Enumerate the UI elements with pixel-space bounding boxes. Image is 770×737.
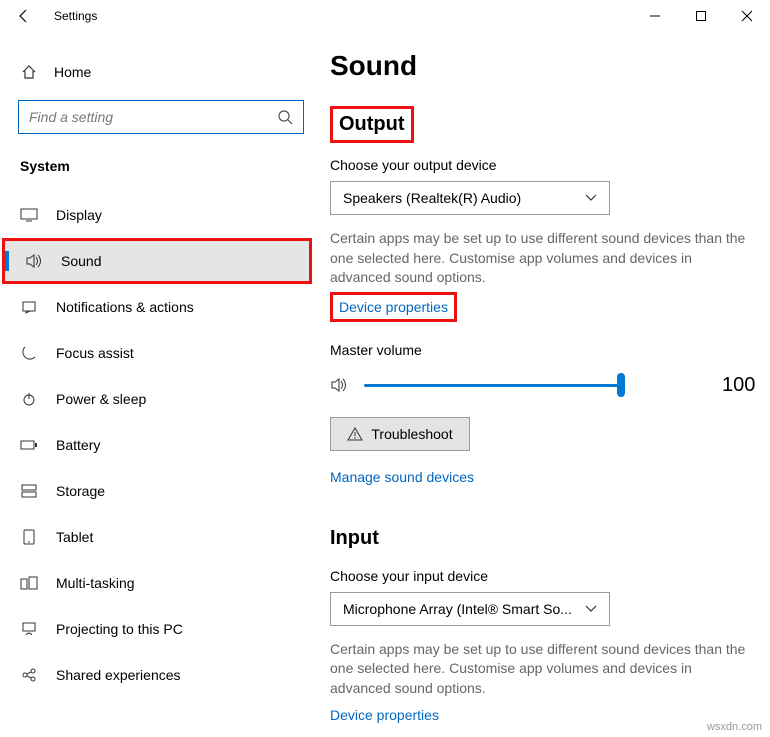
input-device-dropdown[interactable]: Microphone Array (Intel® Smart So... (330, 592, 610, 626)
main-container: Home System Display Sound Notifications … (0, 32, 770, 737)
minimize-button[interactable] (632, 0, 678, 32)
nav-label: Sound (61, 253, 101, 269)
nav-label: Power & sleep (56, 391, 146, 407)
home-icon (20, 64, 38, 80)
nav-projecting[interactable]: Projecting to this PC (0, 606, 322, 652)
tablet-icon (20, 529, 38, 545)
nav-focus-assist[interactable]: Focus assist (0, 330, 322, 376)
nav-label: Display (56, 207, 102, 223)
home-label: Home (54, 64, 91, 80)
storage-icon (20, 484, 38, 498)
output-heading: Output (330, 106, 414, 143)
category-heading: System (0, 152, 322, 192)
nav-label: Battery (56, 437, 100, 453)
nav-shared[interactable]: Shared experiences (0, 652, 322, 698)
output-device-value: Speakers (Realtek(R) Audio) (343, 190, 521, 206)
nav-tablet[interactable]: Tablet (0, 514, 322, 560)
volume-slider[interactable] (364, 375, 678, 395)
input-section: Input Choose your input device Microphon… (330, 523, 762, 725)
master-volume-label: Master volume (330, 342, 762, 358)
maximize-button[interactable] (678, 0, 724, 32)
nav-battery[interactable]: Battery (0, 422, 322, 468)
titlebar: Settings (0, 0, 770, 32)
troubleshoot-button[interactable]: Troubleshoot (330, 417, 470, 451)
multitasking-icon (20, 576, 38, 590)
content-area: Sound Output Choose your output device S… (322, 32, 770, 737)
minimize-icon (649, 10, 661, 22)
manage-sound-devices-link[interactable]: Manage sound devices (330, 469, 474, 485)
window-title: Settings (48, 9, 632, 23)
nav-label: Shared experiences (56, 667, 181, 683)
nav-label: Storage (56, 483, 105, 499)
slider-thumb[interactable] (617, 373, 625, 397)
output-choose-label: Choose your output device (330, 157, 762, 173)
window-controls (632, 0, 770, 32)
troubleshoot-label: Troubleshoot (371, 426, 452, 442)
nav-multitasking[interactable]: Multi-tasking (0, 560, 322, 606)
volume-icon[interactable] (330, 376, 350, 394)
nav-notifications[interactable]: Notifications & actions (0, 284, 322, 330)
nav-label: Multi-tasking (56, 575, 135, 591)
sidebar: Home System Display Sound Notifications … (0, 32, 322, 737)
search-icon (277, 109, 293, 125)
output-section: Output Choose your output device Speaker… (330, 106, 762, 487)
search-container (18, 100, 304, 134)
nav-sound[interactable]: Sound (2, 238, 312, 284)
close-button[interactable] (724, 0, 770, 32)
input-heading: Input (330, 523, 385, 554)
focus-icon (20, 345, 38, 361)
shared-icon (20, 667, 38, 683)
slider-track (364, 384, 624, 387)
search-input[interactable] (29, 109, 277, 125)
nav-power[interactable]: Power & sleep (0, 376, 322, 422)
output-helper: Certain apps may be set up to use differ… (330, 229, 750, 288)
sound-icon (25, 253, 43, 269)
nav-label: Notifications & actions (56, 299, 194, 315)
volume-value: 100 (722, 374, 762, 397)
nav-label: Focus assist (56, 345, 134, 361)
close-icon (741, 10, 753, 22)
input-choose-label: Choose your input device (330, 568, 762, 584)
volume-row: 100 (330, 374, 762, 397)
display-icon (20, 208, 38, 222)
chevron-down-icon (585, 194, 597, 202)
maximize-icon (695, 10, 707, 22)
nav-label: Projecting to this PC (56, 621, 183, 637)
battery-icon (20, 439, 38, 451)
output-device-properties-link[interactable]: Device properties (330, 292, 457, 322)
arrow-left-icon (16, 8, 32, 24)
input-helper: Certain apps may be set up to use differ… (330, 640, 750, 699)
nav-storage[interactable]: Storage (0, 468, 322, 514)
warning-icon (347, 427, 363, 441)
page-title: Sound (330, 50, 762, 82)
chevron-down-icon (585, 605, 597, 613)
back-button[interactable] (0, 0, 48, 32)
notifications-icon (20, 299, 38, 315)
home-nav[interactable]: Home (0, 52, 322, 92)
nav-label: Tablet (56, 529, 93, 545)
watermark: wsxdn.com (707, 721, 762, 733)
power-icon (20, 391, 38, 407)
input-device-properties-link[interactable]: Device properties (330, 707, 439, 723)
projecting-icon (20, 622, 38, 636)
nav-display[interactable]: Display (0, 192, 322, 238)
input-device-value: Microphone Array (Intel® Smart So... (343, 601, 572, 617)
search-box[interactable] (18, 100, 304, 134)
output-device-dropdown[interactable]: Speakers (Realtek(R) Audio) (330, 181, 610, 215)
